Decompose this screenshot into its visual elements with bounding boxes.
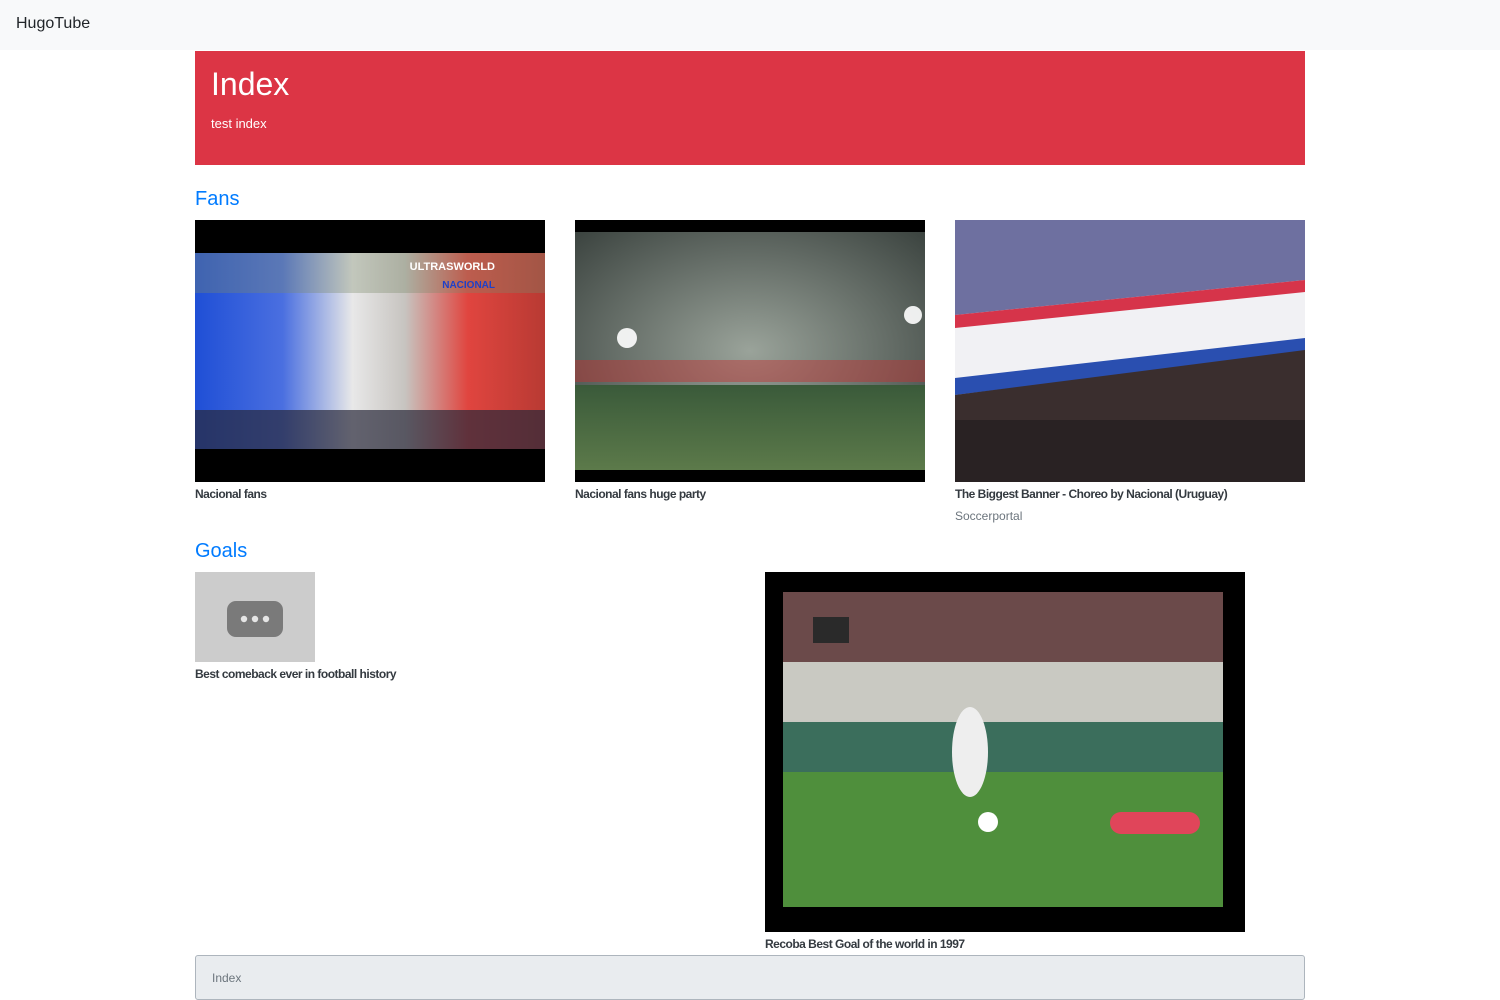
navbar: HugoTube xyxy=(0,0,1500,50)
hero-banner: Index test index xyxy=(195,51,1305,165)
video-author: Soccerportal xyxy=(955,509,1023,523)
video-thumbnail[interactable] xyxy=(765,572,1245,932)
video-thumbnail[interactable] xyxy=(955,220,1305,482)
video-thumbnail-image: ULTRASWORLD NACIONAL xyxy=(195,220,545,482)
video-card[interactable]: Nacional fans huge party xyxy=(575,220,925,520)
video-title[interactable]: Recoba Best Goal of the world in 1997 xyxy=(765,937,965,951)
video-thumbnail[interactable] xyxy=(575,220,925,482)
video-title[interactable]: The Biggest Banner - Choreo by Nacional … xyxy=(955,487,1228,501)
video-thumbnail-image xyxy=(955,220,1305,482)
brand-link[interactable]: HugoTube xyxy=(16,15,90,33)
video-title[interactable]: Best comeback ever in football history xyxy=(195,667,397,681)
video-unavailable-icon xyxy=(195,572,315,662)
video-title[interactable]: Nacional fans xyxy=(195,487,267,501)
svg-text:ULTRASWORLD: ULTRASWORLD xyxy=(410,261,495,273)
section-title-fans: Fans xyxy=(195,188,240,210)
video-card[interactable]: ULTRASWORLD NACIONAL Nacional fans xyxy=(195,220,545,520)
video-title[interactable]: Nacional fans huge party xyxy=(575,487,706,501)
video-card[interactable]: The Biggest Banner - Choreo by Nacional … xyxy=(955,220,1305,530)
page-title: Index xyxy=(211,66,290,102)
breadcrumb-item-index[interactable]: Index xyxy=(212,971,241,985)
breadcrumb: Index xyxy=(195,955,1305,1000)
page-description: test index xyxy=(211,116,267,131)
svg-text:NACIONAL: NACIONAL xyxy=(442,280,495,291)
video-thumbnail[interactable]: ULTRASWORLD NACIONAL xyxy=(195,220,545,482)
section-title-goals: Goals xyxy=(195,540,248,562)
video-thumbnail-image xyxy=(575,220,925,482)
video-thumbnail[interactable] xyxy=(195,572,315,662)
video-card[interactable]: Best comeback ever in football history xyxy=(195,572,495,692)
video-thumbnail-image xyxy=(765,572,1245,932)
video-card[interactable]: Recoba Best Goal of the world in 1997 xyxy=(765,572,1245,952)
